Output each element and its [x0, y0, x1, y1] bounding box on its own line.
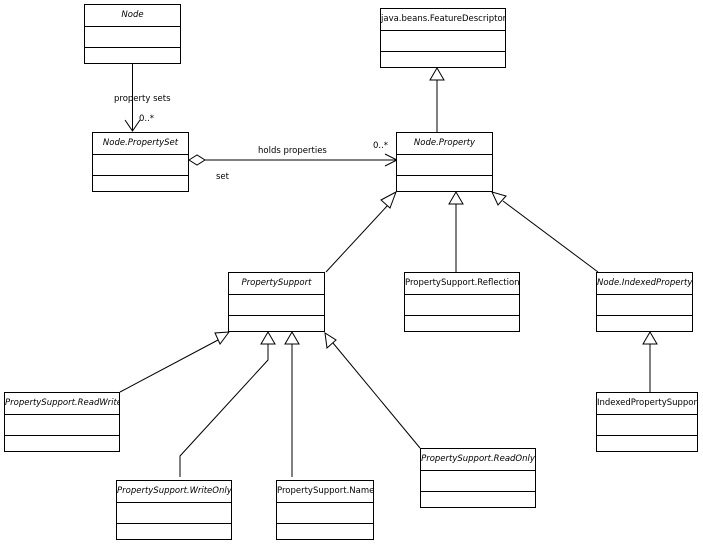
class-propertysupport[interactable]: PropertySupport	[228, 272, 325, 332]
attributes-compartment	[93, 155, 188, 176]
class-indexedpropertysupport[interactable]: IndexedPropertySupport	[596, 392, 698, 452]
operations-compartment	[597, 436, 697, 456]
attributes-compartment	[277, 503, 373, 524]
class-name: Node.IndexedProperty	[597, 273, 692, 295]
multiplicity-holds-properties: 0..*	[373, 141, 389, 151]
gen-indexedproperty-to-property-line	[502, 200, 599, 273]
class-name: Node.PropertySet	[93, 133, 188, 155]
gen-readwrite-line	[119, 339, 219, 393]
operations-compartment	[93, 176, 188, 196]
class-name: PropertySupport.WriteOnly	[117, 481, 231, 503]
class-node-propertyset[interactable]: Node.PropertySet	[92, 132, 189, 192]
attributes-compartment	[597, 415, 697, 436]
attributes-compartment	[397, 155, 492, 176]
class-name: PropertySupport.ReadWrite	[5, 393, 119, 415]
gen-indexedproperty-to-property-triangle-icon	[491, 191, 507, 206]
operations-compartment	[229, 316, 324, 336]
class-name: java.beans.FeatureDescriptor	[381, 9, 505, 31]
operations-compartment	[85, 48, 180, 68]
class-name: PropertySupport.Name	[277, 481, 373, 503]
uml-diagram-canvas: Node java.beans.FeatureDescriptor Node.P…	[0, 0, 703, 544]
attributes-compartment	[381, 31, 505, 52]
class-node-property[interactable]: Node.Property	[396, 132, 493, 192]
class-name: Node.Property	[397, 133, 492, 155]
gen-readonly-triangle-icon	[324, 332, 337, 349]
class-feature-descriptor[interactable]: java.beans.FeatureDescriptor	[380, 8, 506, 68]
operations-compartment	[397, 176, 492, 196]
class-name: PropertySupport.ReadOnly	[421, 449, 535, 471]
attributes-compartment	[421, 471, 535, 492]
gen-readonly-line	[332, 342, 421, 449]
attributes-compartment	[5, 415, 119, 436]
class-name: Node	[85, 5, 180, 27]
multiplicity-property-sets: 0..*	[139, 114, 155, 124]
class-propertysupport-name[interactable]: PropertySupport.Name	[276, 480, 374, 540]
gen-propertysupport-to-property-triangle-icon	[380, 190, 397, 209]
class-name: PropertySupport	[229, 273, 324, 295]
class-name: PropertySupport.Reflection	[405, 273, 519, 295]
operations-compartment	[5, 436, 119, 456]
gen-propertysupport-to-property-line	[325, 204, 389, 273]
class-node[interactable]: Node	[84, 4, 181, 64]
operations-compartment	[381, 52, 505, 72]
gen-readwrite-triangle-icon	[214, 331, 231, 345]
attributes-compartment	[405, 295, 519, 316]
attributes-compartment	[117, 503, 231, 524]
aggregation-diamond-icon	[188, 154, 206, 166]
attributes-compartment	[597, 295, 692, 316]
class-propertysupport-reflection[interactable]: PropertySupport.Reflection	[404, 272, 520, 332]
operations-compartment	[405, 316, 519, 336]
attributes-compartment	[229, 295, 324, 316]
assoc-label-property-sets: property sets	[114, 94, 171, 104]
role-label-set: set	[216, 172, 229, 182]
operations-compartment	[277, 524, 373, 544]
attributes-compartment	[85, 27, 180, 48]
class-name: IndexedPropertySupport	[597, 393, 697, 415]
class-propertysupport-writeonly[interactable]: PropertySupport.WriteOnly	[116, 480, 232, 540]
operations-compartment	[117, 524, 231, 544]
class-propertysupport-readonly[interactable]: PropertySupport.ReadOnly	[420, 448, 536, 508]
class-propertysupport-readwrite[interactable]: PropertySupport.ReadWrite	[4, 392, 120, 452]
gen-writeonly-line	[179, 344, 269, 477]
operations-compartment	[421, 492, 535, 512]
operations-compartment	[597, 316, 692, 336]
class-node-indexedproperty[interactable]: Node.IndexedProperty	[596, 272, 693, 332]
assoc-label-holds-properties: holds properties	[258, 146, 327, 156]
